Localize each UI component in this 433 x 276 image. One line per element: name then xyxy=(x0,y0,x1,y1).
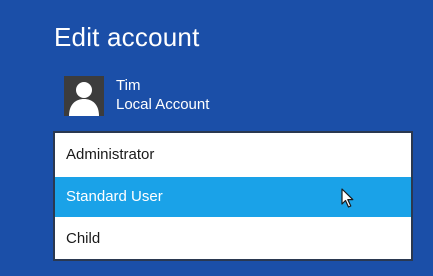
mouse-pointer-icon xyxy=(341,188,354,208)
option-standard-user[interactable]: Standard User xyxy=(55,177,411,217)
page-title: Edit account xyxy=(54,22,200,52)
account-summary: Tim Local Account xyxy=(64,74,364,120)
user-silhouette-icon xyxy=(64,76,104,116)
account-type: Local Account xyxy=(116,96,210,113)
account-name: Tim xyxy=(116,77,141,94)
option-administrator[interactable]: Administrator xyxy=(55,135,411,175)
option-child[interactable]: Child xyxy=(55,219,411,259)
account-type-dropdown[interactable]: Administrator Standard User Child xyxy=(53,131,413,261)
avatar xyxy=(64,76,104,116)
